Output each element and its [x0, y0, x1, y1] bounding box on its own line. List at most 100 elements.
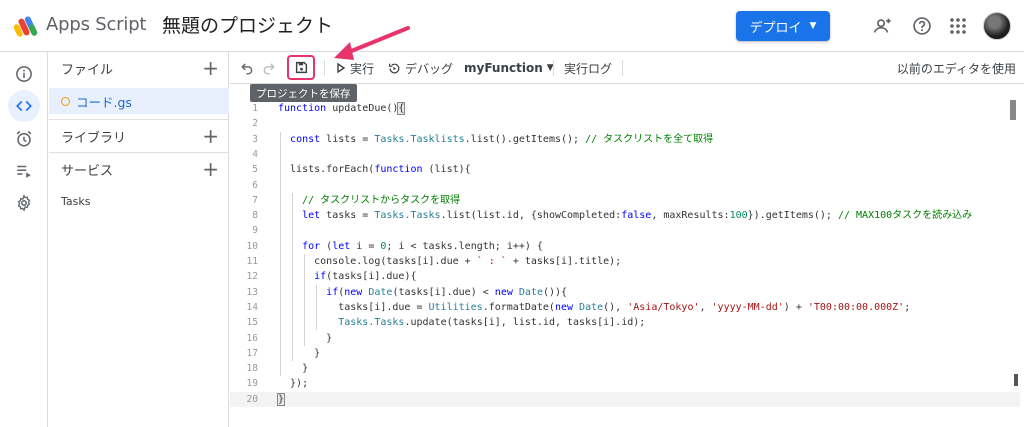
line-number: 18 [246, 363, 258, 375]
line-number: 9 [252, 225, 258, 237]
line-number: 16 [246, 332, 258, 344]
code-line[interactable]: 20} [230, 391, 1020, 407]
undo-icon[interactable] [240, 52, 254, 84]
services-header: サービス + [49, 153, 229, 185]
line-number: 1 [252, 103, 258, 114]
code-text: if(new Date(tasks[i].due) < new Date()){ [326, 286, 568, 298]
code-text: }); [278, 378, 309, 390]
project-title[interactable]: 無題のプロジェクト [162, 11, 333, 38]
line-number: 20 [246, 393, 258, 405]
file-name: コード.gs [76, 94, 132, 110]
code-line[interactable]: 3 const lists = Tasks.Tasklists.list().g… [230, 132, 1020, 147]
execution-log-button[interactable]: 実行ログ [564, 52, 612, 84]
code-line[interactable]: 19 }); [230, 376, 1020, 391]
redo-icon[interactable] [262, 52, 276, 84]
save-tooltip: プロジェクトを保存 [250, 84, 357, 102]
apps-script-logo[interactable] [14, 14, 38, 38]
help-icon[interactable] [910, 14, 934, 38]
code-text: } [278, 347, 321, 359]
function-name: myFunction [464, 61, 543, 75]
save-icon [295, 61, 307, 74]
code-line[interactable]: 14 tasks[i].due = Utilities.formatDate(n… [230, 300, 1020, 315]
add-library-icon[interactable]: + [202, 125, 219, 147]
unsaved-dot-icon [61, 96, 70, 106]
scrollbar-marker [1014, 374, 1018, 386]
code-line[interactable]: 15 Tasks.Tasks.update(tasks[i], list.id,… [230, 315, 1020, 330]
code-text: for (let i = 0; i < tasks.length; i++) { [302, 240, 543, 252]
deploy-button[interactable]: デプロイ ▼ [736, 11, 830, 41]
gear-icon[interactable] [8, 187, 40, 219]
tooltip-text: プロジェクトを保存 [256, 87, 351, 100]
code-line[interactable]: 8 let tasks = Tasks.Tasks.list(list.id, … [230, 208, 1020, 223]
code-line[interactable]: 6 [230, 178, 1020, 193]
alarm-icon[interactable] [8, 123, 40, 155]
code-text: tasks[i].due = Utilities.formatDate(new … [278, 301, 911, 313]
add-person-icon[interactable] [870, 14, 894, 38]
services-label: サービス [61, 163, 114, 179]
line-number: 4 [252, 148, 258, 160]
line-number: 14 [246, 301, 258, 313]
line-number: 6 [252, 179, 258, 191]
apps-grid-icon[interactable] [946, 14, 970, 38]
code-line[interactable]: 18 } [230, 361, 1020, 376]
service-item-tasks[interactable]: Tasks [61, 195, 90, 208]
line-number: 15 [246, 317, 258, 329]
save-button[interactable] [287, 55, 315, 80]
app-name: Apps Script [46, 14, 147, 35]
line-number: 12 [246, 271, 258, 283]
code-text: } [278, 363, 309, 375]
code-line[interactable]: 16 } [230, 331, 1020, 346]
code-line[interactable]: 7 // タスクリストからタスクを取得 [230, 193, 1020, 208]
log-label: 実行ログ [564, 61, 613, 76]
code-line[interactable]: 9 [230, 223, 1020, 238]
line-number: 5 [252, 164, 258, 176]
line-number: 10 [246, 240, 258, 252]
list-play-icon[interactable] [8, 155, 40, 187]
files-label: ファイル [61, 62, 114, 78]
deploy-label: デプロイ [749, 20, 802, 36]
code-text: lists.forEach(function (list){ [278, 164, 471, 176]
code-line[interactable]: 5 lists.forEach(function (list){ [230, 162, 1020, 177]
indent-guide [304, 254, 306, 346]
line-number: 11 [246, 256, 258, 267]
avatar[interactable] [983, 12, 1011, 40]
code-line[interactable]: 11 console.log(tasks[i].due + ` : ` + ta… [230, 254, 1020, 269]
code-line[interactable]: 17 } [230, 346, 1020, 361]
info-icon[interactable] [8, 58, 40, 90]
line-number: 2 [252, 118, 258, 130]
line-number: 19 [246, 378, 258, 390]
indent-guide [292, 192, 294, 362]
code-line[interactable]: 4 [230, 147, 1020, 162]
line-number: 7 [252, 194, 258, 206]
legacy-editor-link[interactable]: 以前のエディタを使用 [897, 52, 1016, 84]
code-line[interactable]: 10 for (let i = 0; i < tasks.length; i++… [230, 239, 1020, 254]
code-line[interactable]: 2 [230, 116, 1020, 131]
code-text: console.log(tasks[i].due + ` : ` + tasks… [278, 256, 622, 267]
separator [622, 60, 623, 76]
code-text: let tasks = Tasks.Tasks.list(list.id, {s… [302, 210, 973, 222]
scrollbar-thumb[interactable] [1010, 100, 1016, 120]
code-editor[interactable]: 1 function updateDue(){ 2 3 const lists = T… [230, 84, 1024, 427]
indent-guide [316, 284, 318, 331]
file-panel: ファイル + コード.gs ライブラリ + サービス + Tasks [49, 52, 229, 427]
code-text: function updateDue(){ [278, 102, 406, 115]
annotation-arrow-icon [334, 26, 410, 60]
line-number: 17 [246, 347, 258, 359]
code-line[interactable]: 12 if(tasks[i].due){ [230, 269, 1020, 284]
line-number: 8 [252, 210, 258, 222]
top-header: Apps Script 無題のプロジェクト デプロイ ▼ [0, 0, 1024, 52]
separator [553, 60, 554, 76]
add-file-icon[interactable]: + [202, 57, 219, 79]
files-header: ファイル + [49, 52, 229, 84]
line-number: 3 [252, 133, 258, 145]
code-text: Tasks.Tasks.update(tasks[i], list.id, ta… [338, 317, 646, 329]
file-item-code-gs[interactable]: コード.gs [49, 88, 229, 114]
indent-guide [280, 131, 282, 377]
code-line[interactable]: 13 if(new Date(tasks[i].due) < new Date(… [230, 285, 1020, 300]
function-select[interactable]: myFunction ▼ [464, 52, 554, 84]
separator [324, 60, 325, 76]
code-icon[interactable] [8, 90, 40, 122]
add-service-icon[interactable]: + [202, 158, 219, 180]
code-line[interactable]: 1 function updateDue(){ [230, 101, 1020, 116]
play-icon [337, 63, 346, 73]
